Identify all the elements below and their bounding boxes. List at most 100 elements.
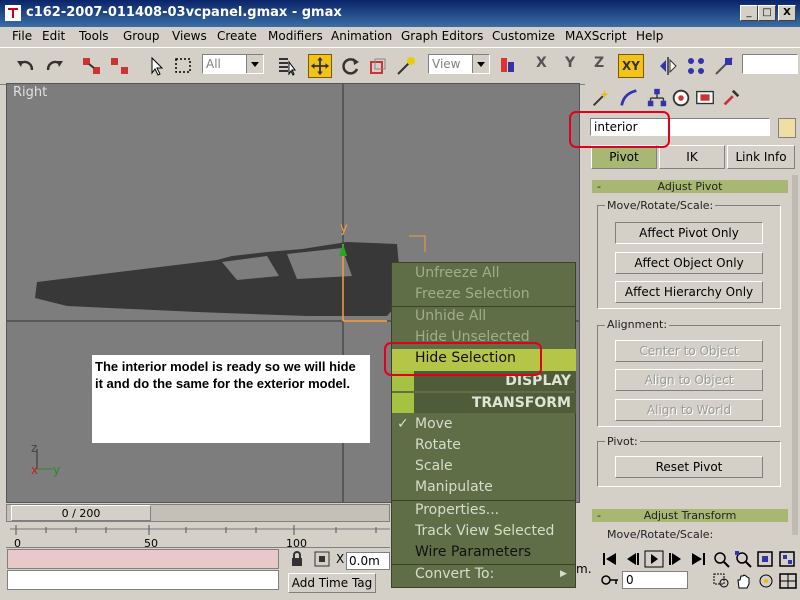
zoom-all-icon[interactable] [734, 550, 754, 568]
hierarchy-tab-icon[interactable] [645, 87, 669, 109]
reset-pivot-button[interactable]: Reset Pivot [615, 456, 763, 478]
lock-icon[interactable] [290, 551, 304, 567]
command-panel-scrollbar[interactable] [792, 175, 798, 535]
maxscript-listener-mini[interactable] [7, 549, 279, 569]
time-slider[interactable]: 0 / 200 [6, 504, 390, 522]
display-tab-icon[interactable] [693, 87, 717, 109]
affect-pivot-only-button[interactable]: Affect Pivot Only [615, 222, 763, 244]
pivot-label: Pivot: [605, 435, 640, 448]
pivot-center-icon[interactable] [496, 54, 520, 78]
menu-animation[interactable]: Animation [331, 29, 392, 43]
select-and-link-icon[interactable] [80, 54, 104, 78]
undo-icon[interactable] [14, 54, 38, 78]
play-icon[interactable] [644, 550, 664, 568]
named-selection-sets-field[interactable] [742, 54, 798, 74]
create-tab-icon[interactable] [589, 87, 613, 109]
align-to-object-button[interactable]: Align to Object [615, 369, 763, 391]
menu-graph-editors[interactable]: Graph Editors [401, 29, 483, 43]
gmax-app-icon[interactable] [5, 5, 21, 21]
previous-frame-icon[interactable] [622, 550, 642, 568]
pan-hand-icon[interactable] [734, 572, 754, 590]
add-time-tag-button[interactable]: Add Time Tag [288, 573, 376, 593]
menu-item-unhide-all[interactable]: Unhide All [415, 308, 486, 324]
restrict-x-button[interactable]: X [536, 55, 547, 71]
menu-item-wire-parameters[interactable]: Wire Parameters [415, 544, 531, 560]
modify-tab-icon[interactable] [617, 87, 641, 109]
maximize-viewport-icon[interactable] [778, 572, 798, 590]
menu-file[interactable]: File [12, 29, 32, 43]
restrict-y-button[interactable]: Y [565, 55, 575, 71]
scale-icon[interactable] [366, 54, 390, 78]
rotate-icon[interactable] [338, 54, 362, 78]
zoom-extents-icon[interactable] [756, 550, 776, 568]
adjust-pivot-rollout-header[interactable]: - Adjust Pivot [592, 180, 788, 193]
menu-customize[interactable]: Customize [492, 29, 555, 43]
key-mode-icon[interactable] [600, 572, 620, 588]
tab-link-info[interactable]: Link Info [727, 145, 795, 169]
adjust-transform-rollout-header[interactable]: - Adjust Transform [592, 509, 788, 522]
window-title: c162-2007-011408-03vcpanel.gmax - gmax [26, 5, 342, 20]
menu-item-move[interactable]: Move [415, 416, 453, 432]
zoom-extents-all-icon[interactable] [778, 550, 798, 568]
select-and-move-button[interactable] [308, 54, 332, 78]
restrict-z-button[interactable]: Z [594, 55, 604, 71]
menu-create[interactable]: Create [217, 29, 257, 43]
minimize-button[interactable]: _ [740, 5, 758, 21]
go-to-start-icon[interactable] [600, 550, 620, 568]
menu-item-manipulate[interactable]: Manipulate [415, 479, 493, 495]
transform-quad-header: TRANSFORM [392, 393, 576, 413]
center-to-object-button[interactable]: Center to Object [615, 340, 763, 362]
restrict-xy-label: XY [622, 59, 640, 73]
menu-item-convert-to[interactable]: Convert To: [415, 566, 494, 582]
frame-range-label: 0 / 200 [61, 507, 101, 520]
region-zoom-icon[interactable] [712, 572, 732, 590]
current-frame-field[interactable]: 0 [622, 571, 688, 589]
array-icon[interactable] [684, 54, 708, 78]
utilities-tab-icon[interactable] [719, 87, 743, 109]
select-object-icon[interactable] [144, 54, 168, 78]
selection-filter-dropdown[interactable]: All [202, 54, 264, 74]
manipulate-icon[interactable] [394, 54, 418, 78]
motion-tab-icon[interactable] [669, 87, 693, 109]
menu-tools[interactable]: Tools [79, 29, 109, 43]
go-to-end-icon[interactable] [688, 550, 708, 568]
affect-object-only-button[interactable]: Affect Object Only [615, 252, 763, 274]
tab-pivot[interactable]: Pivot [591, 145, 657, 169]
align-icon[interactable] [712, 54, 736, 78]
unlink-selection-icon[interactable] [108, 54, 132, 78]
menu-item-properties[interactable]: Properties... [415, 502, 499, 518]
menu-edit[interactable]: Edit [42, 29, 65, 43]
interior-model[interactable] [35, 242, 402, 316]
menu-group[interactable]: Group [123, 29, 160, 43]
redo-icon[interactable] [42, 54, 66, 78]
reference-coordinate-dropdown[interactable]: View [428, 54, 490, 74]
x-coordinate-field[interactable]: 0.0m [346, 552, 390, 570]
menu-item-unfreeze-all[interactable]: Unfreeze All [415, 265, 500, 281]
close-button[interactable]: X [778, 5, 796, 21]
arc-rotate-icon[interactable] [756, 572, 776, 590]
menu-item-freeze-selection[interactable]: Freeze Selection [415, 286, 530, 302]
align-to-world-button[interactable]: Align to World [615, 399, 763, 421]
annotation-text: The interior model is ready so we will h… [95, 359, 356, 391]
menu-item-scale[interactable]: Scale [415, 458, 453, 474]
menu-modifiers[interactable]: Modifiers [268, 29, 323, 43]
selection-region-icon[interactable] [172, 54, 196, 78]
affect-hierarchy-only-button[interactable]: Affect Hierarchy Only [615, 281, 763, 303]
menu-maxscript[interactable]: MAXScript [565, 29, 627, 43]
track-bar[interactable]: 0 50 100 [6, 523, 390, 550]
absolute-mode-icon[interactable] [314, 551, 330, 567]
restrict-xy-button[interactable]: XY [618, 54, 644, 78]
menu-help[interactable]: Help [636, 29, 663, 43]
next-frame-icon[interactable] [666, 550, 686, 568]
object-color-swatch[interactable] [778, 118, 796, 138]
tab-ik[interactable]: IK [659, 145, 725, 169]
mirror-icon[interactable] [656, 54, 680, 78]
zoom-icon[interactable] [712, 550, 732, 568]
menu-item-track-view-selected[interactable]: Track View Selected [415, 523, 554, 539]
time-slider-thumb[interactable]: 0 / 200 [11, 505, 151, 521]
menu-views[interactable]: Views [172, 29, 207, 43]
menu-item-rotate[interactable]: Rotate [415, 437, 461, 453]
maximize-button[interactable]: □ [758, 5, 776, 21]
select-by-name-icon[interactable] [274, 54, 298, 78]
menu-separator [392, 500, 576, 501]
